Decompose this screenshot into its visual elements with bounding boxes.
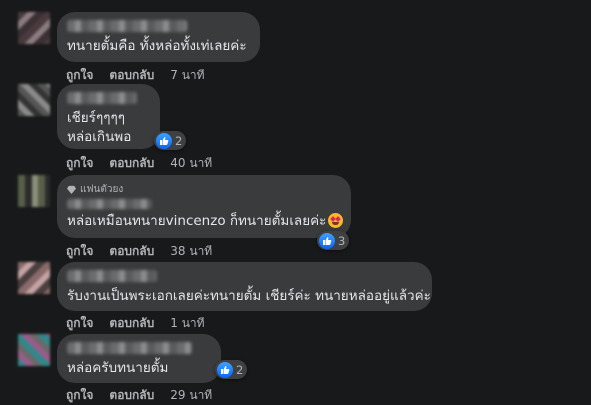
comment-text: หล่อเหมือนทนายvincenzo ก็ทนายตั้มเลยค่ะ: [67, 213, 327, 229]
like-link[interactable]: ถูกใจ: [66, 154, 93, 173]
comment-bubble: แฟนตัวยง หล่อเหมือนทนายvincenzo ก็ทนายตั…: [57, 175, 351, 238]
commenter-name-blurred[interactable]: [67, 20, 187, 32]
like-thumb-icon: [156, 132, 172, 149]
reaction-count: 2: [236, 362, 244, 377]
like-thumb-icon: [217, 361, 233, 378]
avatar[interactable]: [18, 175, 50, 207]
commenter-name-blurred[interactable]: [67, 342, 192, 354]
comment-actions: ถูกใจ ตอบกลับ 7 นาที: [66, 66, 205, 85]
reply-link[interactable]: ตอบกลับ: [109, 66, 154, 85]
avatar[interactable]: [18, 84, 50, 116]
comment-line: เชียร์ๆๆๆๆ: [67, 110, 125, 126]
comment-actions: ถูกใจ ตอบกลับ 38 นาที: [66, 242, 212, 261]
reply-link[interactable]: ตอบกลับ: [109, 154, 154, 173]
reply-link[interactable]: ตอบกลับ: [109, 386, 154, 405]
comment-text: รับงานเป็นพระเอกเลยค่ะทนายตั้ม เชียร์ค่ะ…: [67, 288, 431, 304]
reaction-summary[interactable]: 3: [317, 231, 350, 250]
avatar[interactable]: [18, 262, 50, 294]
avatar[interactable]: [18, 334, 50, 366]
reply-link[interactable]: ตอบกลับ: [109, 242, 154, 261]
timestamp[interactable]: 7 นาที: [170, 66, 204, 85]
comment-text: หล่อครับทนายตั้ม: [67, 360, 169, 376]
reaction-summary[interactable]: 2: [154, 131, 187, 150]
badge-label: แฟนตัวยง: [80, 184, 124, 195]
like-link[interactable]: ถูกใจ: [66, 386, 93, 405]
star-struck-emoji-icon: [328, 213, 344, 228]
reaction-count: 2: [175, 133, 183, 148]
avatar[interactable]: [18, 12, 50, 44]
like-link[interactable]: ถูกใจ: [66, 66, 93, 85]
timestamp[interactable]: 29 นาที: [170, 386, 212, 405]
timestamp[interactable]: 1 นาที: [170, 314, 204, 333]
comment-text: ทนายตั้มคือ ทั้งหล่อทั้งเท่เลยค่ะ: [67, 38, 247, 54]
comment-actions: ถูกใจ ตอบกลับ 1 นาที: [66, 314, 205, 333]
comment-text-container: หล่อเหมือนทนายvincenzo ก็ทนายตั้มเลยค่ะ: [67, 212, 344, 231]
diamond-icon: [67, 185, 76, 194]
commenter-name-blurred[interactable]: [67, 270, 157, 282]
comment-line: หล่อเกินพอ: [67, 129, 132, 145]
comment-actions: ถูกใจ ตอบกลับ 40 นาที: [66, 154, 212, 173]
commenter-name-blurred[interactable]: [67, 199, 152, 209]
reply-link[interactable]: ตอบกลับ: [109, 314, 154, 333]
comment-bubble: รับงานเป็นพระเอกเลยค่ะทนายตั้ม เชียร์ค่ะ…: [57, 262, 432, 311]
fan-badge[interactable]: แฟนตัวยง: [67, 183, 339, 196]
timestamp[interactable]: 38 นาที: [170, 242, 212, 261]
commenter-name-blurred[interactable]: [67, 92, 137, 104]
reaction-summary[interactable]: 2: [215, 360, 248, 379]
comment-actions: ถูกใจ ตอบกลับ 29 นาที: [66, 386, 212, 405]
like-thumb-icon: [319, 232, 335, 249]
comment-bubble: หล่อครับทนายตั้ม: [57, 334, 221, 383]
comment-bubble: เชียร์ๆๆๆๆ หล่อเกินพอ: [57, 84, 160, 149]
comment-bubble: ทนายตั้มคือ ทั้งหล่อทั้งเท่เลยค่ะ: [57, 12, 260, 62]
timestamp[interactable]: 40 นาที: [170, 154, 212, 173]
reaction-count: 3: [338, 233, 346, 248]
like-link[interactable]: ถูกใจ: [66, 242, 93, 261]
like-link[interactable]: ถูกใจ: [66, 314, 93, 333]
